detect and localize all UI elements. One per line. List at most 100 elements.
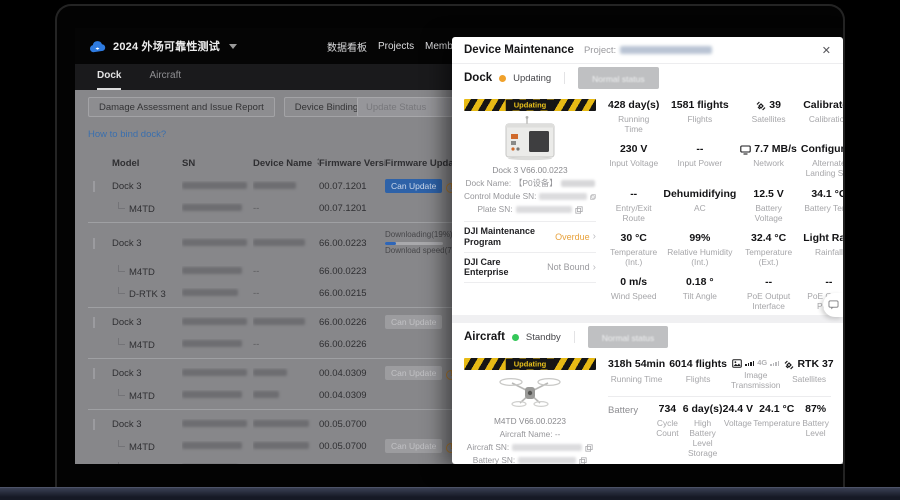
laptop-mockup: 2024 外场可靠性测试 数据看板ProjectsMembers DockAir… [0,0,900,500]
maintenance-status: Overdue [555,232,590,242]
can-update-button[interactable]: Can Update [385,439,442,453]
dock-stats: 428 day(s)Running Time1581 flightsFlight… [596,99,831,311]
how-to-bind-dock-link[interactable]: How to bind dock? [88,129,166,140]
dock-maintenance-list: DJI Maintenance Program Overdue› DJI Car… [464,221,596,283]
aircraft-status-dot [512,334,519,341]
cell-firmware-version: 66.00.0223 [319,266,385,277]
close-icon[interactable]: ✕ [822,44,831,57]
dji-care-enterprise-row[interactable]: DJI Care Enterprise Not Bound› [464,253,596,284]
cell-firmware-version: 00.07.1201 [319,203,385,214]
cloud-logo-icon [89,40,106,53]
cell-model: M4TD [112,202,182,215]
project-switcher[interactable]: 2024 外场可靠性测试 [89,28,237,64]
divider [564,72,565,84]
cell-firmware-version: 00.05.0700 [319,441,385,452]
col-firmware-version[interactable]: Firmware Version [319,158,385,169]
panel-title: Device Maintenance [464,44,574,56]
copy-icon[interactable] [579,457,587,464]
cell-sn-redacted [182,203,253,214]
nav-item-2[interactable]: Projects [378,28,414,64]
battery-row: Battery 734Cycle Count6 day(s)High Batte… [608,403,831,458]
dock-plate-sn-line: Plate SN: [464,203,596,216]
cell-firmware-version: 66.00.0226 [319,317,385,328]
stat-battery-voltage: 12.5 VBattery Voltage [740,188,797,223]
aircraft-left-column: Updating [464,358,596,464]
cell-device-name [253,419,319,430]
stat-flights: 1581 flightsFlights [663,99,736,134]
can-update-button[interactable]: Can Update [385,366,442,380]
stat-running-time: 318h 54minRunning Time [608,358,665,390]
cell-model: Dock 3 [112,181,182,192]
cell-sn-redacted [182,317,253,328]
dji-maintenance-program-row[interactable]: DJI Maintenance Program Overdue› [464,222,596,253]
cell-model: Dock 3 [112,238,182,249]
cell-device-name [253,368,319,379]
stat-ac: DehumidifyingAC [663,188,736,223]
tree-elbow-icon [118,265,125,272]
can-update-button[interactable]: Can Update [385,315,442,329]
cell-sn-redacted [182,390,253,401]
feedback-chat-tab[interactable] [823,293,843,317]
cell-model: M4TD [112,338,182,351]
row-checkbox[interactable] [93,238,95,249]
cell-model: M4TD [112,389,182,402]
update-status-select[interactable]: Update Status [357,97,453,117]
row-checkbox[interactable] [93,419,95,430]
laptop-base [0,487,900,500]
copy-icon[interactable] [575,206,583,214]
chat-bubble-icon [828,300,839,310]
cell-device-name: -- [253,266,319,277]
cell-sn-redacted [182,419,253,430]
cell-device-name: -- [253,203,319,214]
project-line: Project: [584,45,712,56]
cell-device-name: -- [253,288,319,299]
cell-device-name [253,390,319,401]
tab-dock[interactable]: Dock [97,70,121,90]
dock-updating-banner: Updating [464,99,596,111]
dock-status-dot [499,75,506,82]
cell-device-name [253,441,319,452]
row-checkbox[interactable] [93,317,95,328]
dock-control-module-sn-line: Control Module SN: [464,190,596,203]
section-gap [452,315,843,323]
tree-elbow-icon [118,389,125,396]
aircraft-name-line: Aircraft Name: -- [464,428,596,441]
cell-model: D-RTK 3 [112,287,182,300]
chevron-down-icon [229,44,237,49]
dock-image [464,115,596,161]
cell-model: Dock 3 [112,419,182,430]
col-device-name[interactable]: Device Name [253,157,319,169]
aircraft-section-header: Aircraft Standby Normal status [452,323,843,352]
nav-item-1[interactable]: 数据看板 [327,28,367,64]
app-window: 2024 外场可靠性测试 数据看板ProjectsMembers DockAir… [75,28,843,464]
cell-sn-redacted [182,368,253,379]
download-progress: Downloading(19%)Download speed(7.0M/s) [385,230,449,256]
stat-battery-level: 87%Battery Level [800,403,831,458]
panel-header: Device Maintenance Project: ✕ [452,37,843,64]
tab-aircraft[interactable]: Aircraft [149,70,181,90]
cell-sn-redacted [182,463,253,465]
dock-label: Dock [464,72,492,84]
cell-firmware-version: 13.01.0001 [319,463,385,465]
tree-elbow-icon [118,287,125,294]
cell-sn-redacted [182,266,253,277]
col-sn[interactable]: SN [182,158,253,169]
cell-firmware-version: 00.05.0700 [319,419,385,430]
row-checkbox[interactable] [93,181,95,192]
cell-model: M4TD [112,265,182,278]
cell-model: D-RTK 3 [112,462,182,465]
can-update-button[interactable]: Can Update [385,179,442,193]
col-model[interactable]: Model [112,158,182,169]
stat-temperature-ext-: 32.4 °CTemperature (Ext.) [740,232,797,267]
cell-model: M4TD [112,440,182,453]
damage-report-button[interactable]: Damage Assessment and Issue Report [88,97,275,117]
stat-entry-exit-route: --Entry/Exit Route [608,188,659,223]
stat-battery-temp: 34.1 °CBattery Temp [801,188,843,223]
stat-input-voltage: 230 VInput Voltage [608,143,659,178]
cell-device-name [253,317,319,328]
row-checkbox[interactable] [93,368,95,379]
stat-temperature: 24.1 °CTemperature [753,403,800,458]
cell-firmware-version: 66.00.0223 [319,238,385,249]
stat-running-time: 428 day(s)Running Time [608,99,659,134]
copy-icon[interactable] [585,444,593,452]
